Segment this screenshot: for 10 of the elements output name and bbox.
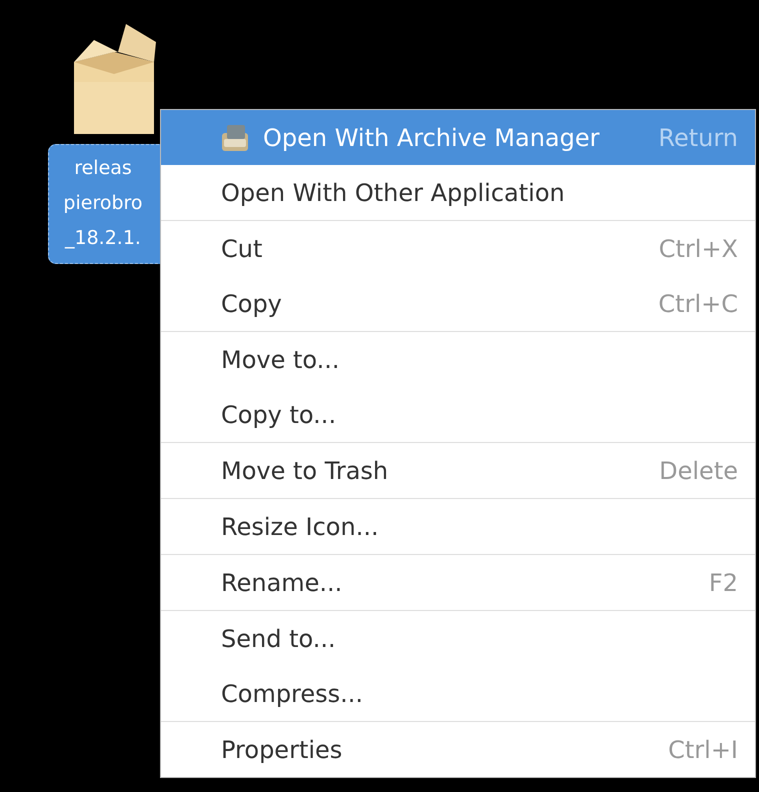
menu-item[interactable]: Resize Icon... — [161, 499, 755, 554]
menu-item[interactable]: Copy to... — [161, 387, 755, 442]
archive-icon — [219, 122, 251, 152]
menu-item[interactable]: Move to Trash Delete — [161, 443, 755, 498]
menu-item[interactable]: Send to... — [161, 611, 755, 666]
menu-item[interactable]: Move to... — [161, 332, 755, 387]
menu-item[interactable]: Copy Ctrl+C — [161, 276, 755, 331]
menu-item[interactable]: Rename... F2 — [161, 555, 755, 610]
menu-item[interactable]: Properties Ctrl+I — [161, 722, 755, 777]
menu-item[interactable]: Compress... — [161, 666, 755, 721]
